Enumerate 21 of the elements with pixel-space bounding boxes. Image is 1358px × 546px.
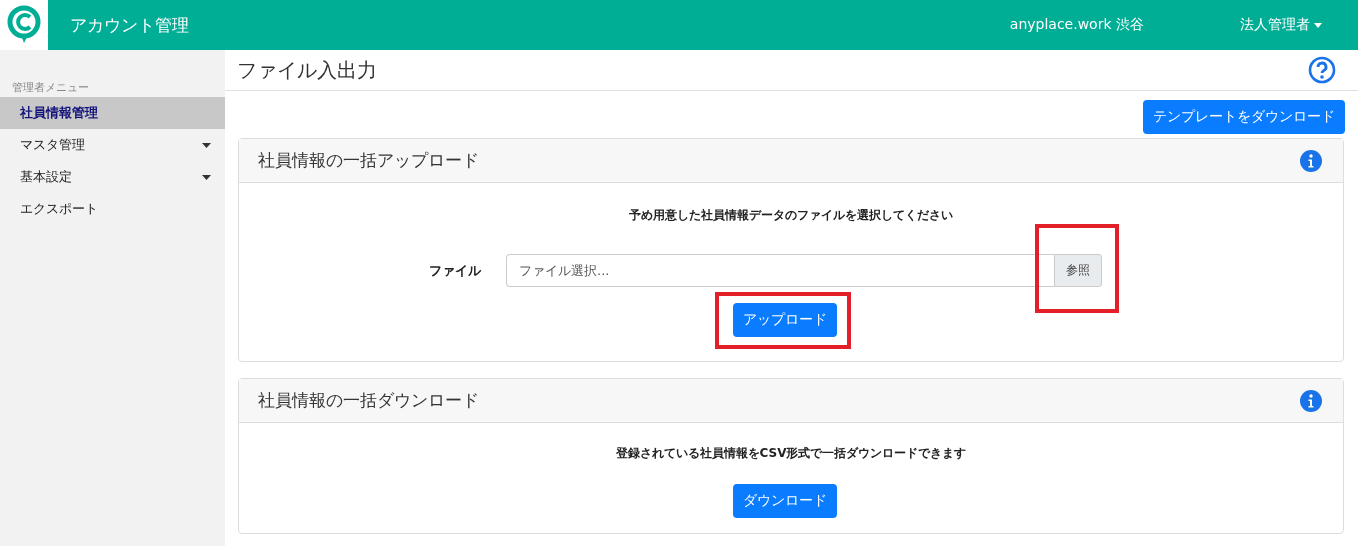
- sidebar-item[interactable]: マスタ管理: [0, 129, 225, 161]
- card-title: 社員情報の一括ダウンロード: [258, 389, 479, 412]
- browse-button[interactable]: 参照: [1054, 254, 1102, 287]
- upload-button[interactable]: アップロード: [733, 303, 837, 337]
- file-input-field[interactable]: ファイル選択...: [506, 254, 1054, 287]
- file-label: ファイル: [428, 261, 482, 280]
- info-icon[interactable]: [1299, 388, 1323, 413]
- sidebar-item[interactable]: 社員情報管理: [0, 97, 225, 129]
- app-title: アカウント管理: [70, 13, 189, 37]
- card-title: 社員情報の一括アップロード: [258, 149, 479, 172]
- page-title: ファイル入出力: [237, 56, 377, 84]
- instruction-text: 登録されている社員情報をCSV形式で一括ダウンロードできます: [614, 445, 968, 462]
- location-label: anyplace.work 渋谷: [1009, 16, 1144, 34]
- instruction-text: 予め用意した社員情報データのファイルを選択してください: [628, 207, 954, 224]
- sidebar-item[interactable]: エクスポート: [0, 193, 225, 225]
- sidebar-heading: 管理者メニュー: [11, 80, 90, 95]
- download-button[interactable]: ダウンロード: [733, 484, 837, 518]
- sidebar-item[interactable]: 基本設定: [0, 161, 225, 193]
- help-icon[interactable]: [1308, 56, 1336, 84]
- info-icon[interactable]: [1299, 148, 1323, 173]
- template-download-button[interactable]: テンプレートをダウンロード: [1143, 100, 1345, 134]
